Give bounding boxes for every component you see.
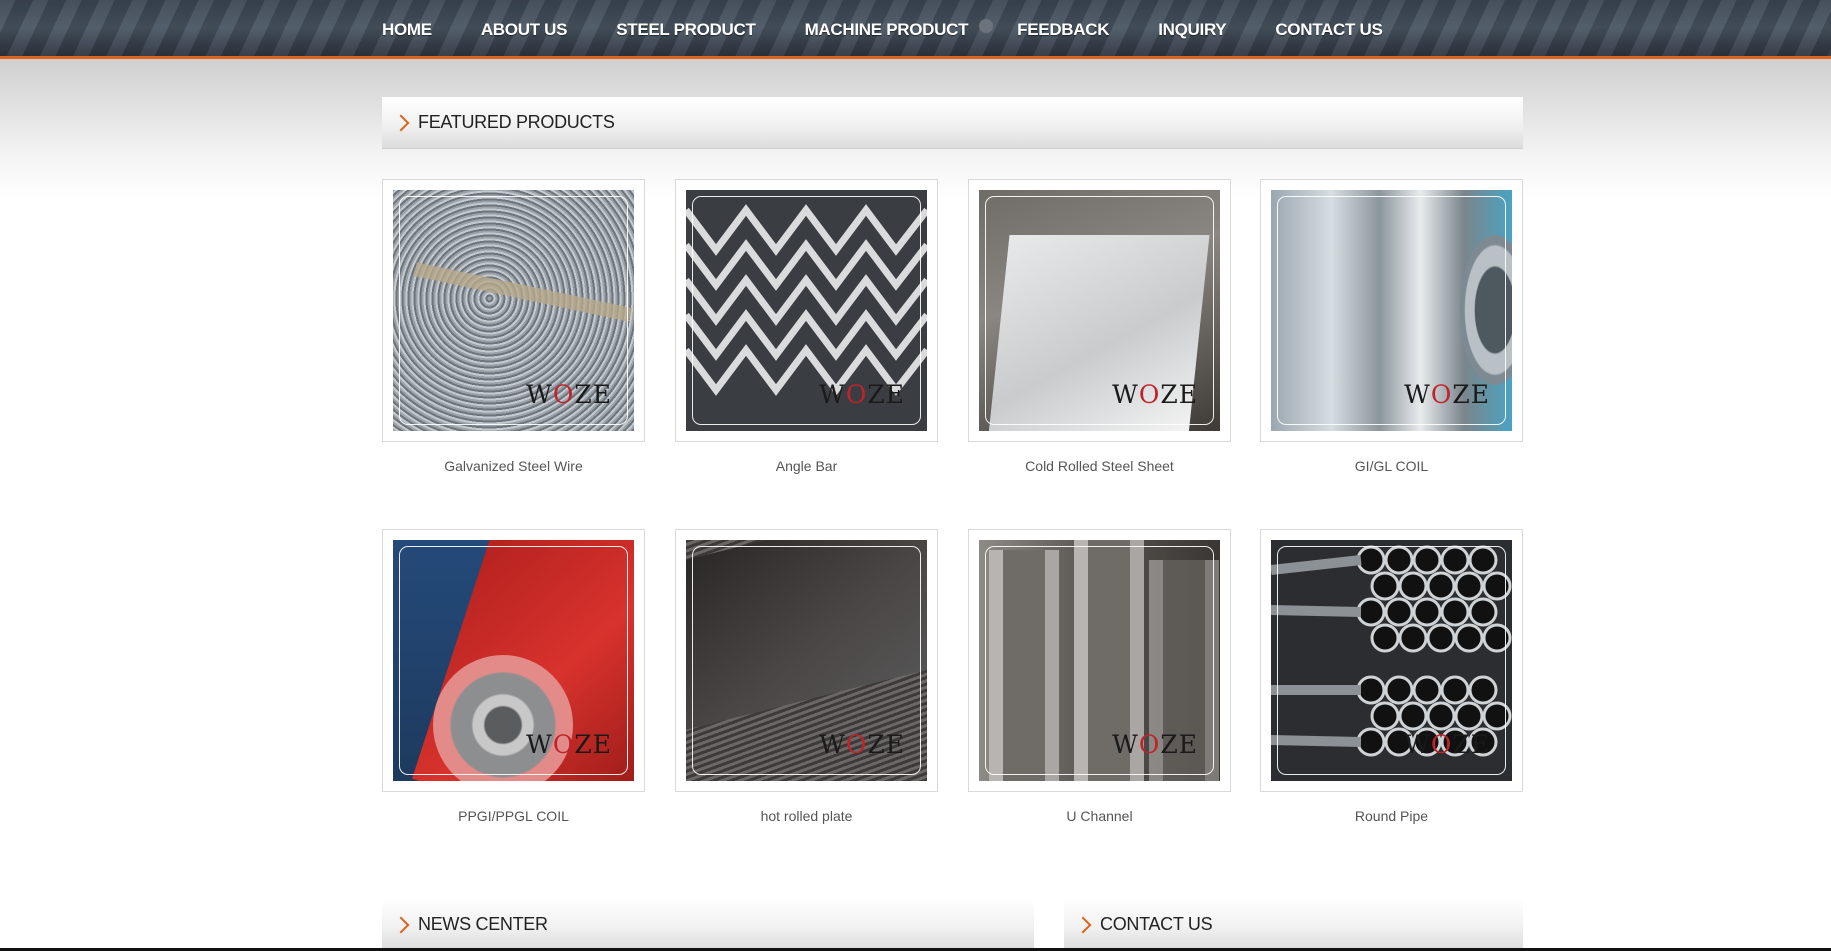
gi-coil-image[interactable]: WOZE (1271, 190, 1512, 431)
main-nav: HOME ABOUT US STEEL PRODUCT MACHINE PROD… (382, 0, 1432, 59)
chevron-right-icon (392, 114, 410, 131)
watermark-logo: WOZE (1404, 730, 1490, 759)
angle-bar-image[interactable]: WOZE (686, 190, 927, 431)
product-image-frame[interactable]: WOZE (968, 179, 1231, 442)
nav-feedback[interactable]: FEEDBACK (1017, 20, 1109, 40)
product-image-frame[interactable]: WOZE (675, 529, 938, 792)
chevron-right-icon (1074, 916, 1092, 933)
product-card[interactable]: WOZE U Channel (968, 529, 1231, 824)
watermark-logo: WOZE (1404, 380, 1490, 409)
featured-products-header: FEATURED PRODUCTS (382, 97, 1523, 149)
top-navigation-bar: HOME ABOUT US STEEL PRODUCT MACHINE PROD… (0, 0, 1831, 59)
product-image-frame[interactable]: WOZE (382, 529, 645, 792)
nav-contact-us[interactable]: CONTACT US (1275, 20, 1382, 40)
watermark-logo: WOZE (1112, 730, 1198, 759)
u-channel-image[interactable]: WOZE (979, 540, 1220, 781)
product-image-frame[interactable]: WOZE (382, 179, 645, 442)
slider-dot-icon[interactable] (979, 19, 993, 33)
product-name[interactable]: PPGI/PPGL COIL (382, 808, 645, 824)
product-card[interactable]: WOZE Galvanized Steel Wire (382, 179, 645, 474)
product-image-frame[interactable]: WOZE (1260, 529, 1523, 792)
galvanized-wire-image[interactable]: WOZE (393, 190, 634, 431)
product-card[interactable]: WOZE PPGI/PPGL COIL (382, 529, 645, 824)
nav-steel-product[interactable]: STEEL PRODUCT (616, 20, 756, 40)
contact-us-title: CONTACT US (1100, 914, 1213, 934)
news-center-header: NEWS CENTER (382, 899, 1034, 951)
product-name[interactable]: Cold Rolled Steel Sheet (968, 458, 1231, 474)
product-image-frame[interactable]: WOZE (675, 179, 938, 442)
product-image-frame[interactable]: WOZE (1260, 179, 1523, 442)
product-card[interactable]: WOZE GI/GL COIL (1260, 179, 1523, 474)
watermark-logo: WOZE (819, 380, 905, 409)
product-name[interactable]: GI/GL COIL (1260, 458, 1523, 474)
product-image-frame[interactable]: WOZE (968, 529, 1231, 792)
steel-sheet-image[interactable]: WOZE (979, 190, 1220, 431)
round-pipe-image[interactable]: WOZE (1271, 540, 1512, 781)
hot-plate-image[interactable]: WOZE (686, 540, 927, 781)
nav-machine-product[interactable]: MACHINE PRODUCT (805, 20, 969, 40)
product-card[interactable]: WOZE hot rolled plate (675, 529, 938, 824)
product-name[interactable]: Round Pipe (1260, 808, 1523, 824)
product-card[interactable]: WOZE Cold Rolled Steel Sheet (968, 179, 1231, 474)
product-card[interactable]: WOZE Round Pipe (1260, 529, 1523, 824)
nav-home[interactable]: HOME (382, 20, 432, 40)
watermark-logo: WOZE (526, 380, 612, 409)
featured-products-title: FEATURED PRODUCTS (418, 112, 615, 132)
product-name[interactable]: Galvanized Steel Wire (382, 458, 645, 474)
nav-inquiry[interactable]: INQUIRY (1158, 20, 1226, 40)
watermark-logo: WOZE (819, 730, 905, 759)
product-card[interactable]: WOZE Angle Bar (675, 179, 938, 474)
nav-about-us[interactable]: ABOUT US (481, 20, 568, 40)
contact-us-header: CONTACT US (1064, 899, 1523, 951)
product-name[interactable]: hot rolled plate (675, 808, 938, 824)
ppgi-coil-image[interactable]: WOZE (393, 540, 634, 781)
product-name[interactable]: Angle Bar (675, 458, 938, 474)
chevron-right-icon (392, 916, 410, 933)
watermark-logo: WOZE (526, 730, 612, 759)
news-center-title: NEWS CENTER (418, 914, 548, 934)
product-name[interactable]: U Channel (968, 808, 1231, 824)
watermark-logo: WOZE (1112, 380, 1198, 409)
